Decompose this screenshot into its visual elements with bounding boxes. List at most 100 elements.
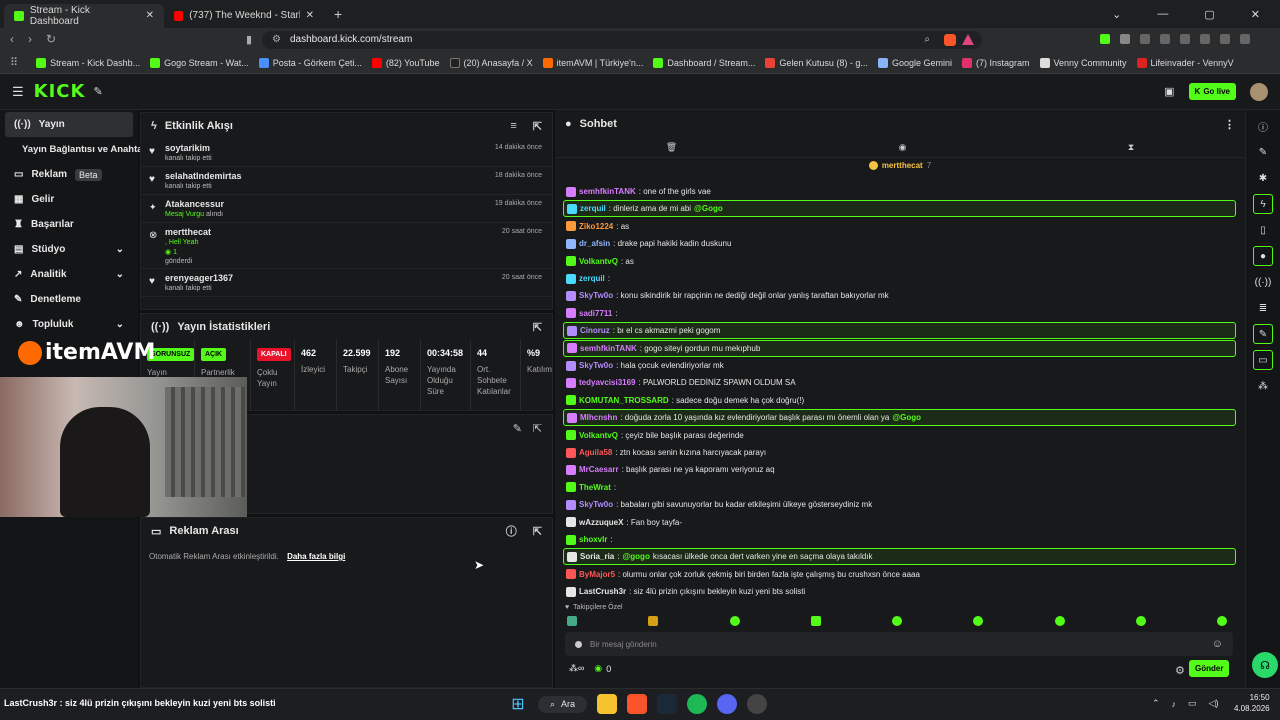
info-icon[interactable]: ⓘ: [506, 523, 517, 539]
bookmark-icon[interactable]: ▮: [246, 33, 252, 46]
forward-icon[interactable]: ›: [28, 32, 32, 46]
chat-username[interactable]: Mlhcnshn: [580, 409, 617, 426]
reload-icon[interactable]: ↻: [46, 32, 56, 46]
avatar[interactable]: [1250, 82, 1268, 101]
stack-icon[interactable]: ≣: [1253, 298, 1273, 318]
bookmark-item[interactable]: (20) Anasayfa / X: [449, 57, 533, 68]
popout-icon[interactable]: ⇱: [533, 525, 542, 538]
bookmark-item[interactable]: Venny Community: [1039, 57, 1127, 68]
chat-username[interactable]: MrCaesarr: [579, 461, 619, 478]
minimize-icon[interactable]: —: [1157, 8, 1168, 20]
maximize-icon[interactable]: ▢: [1204, 8, 1214, 21]
chat-username[interactable]: zerquil: [579, 270, 605, 287]
file-explorer-icon[interactable]: [597, 694, 618, 714]
chat-username[interactable]: SkyTw0o: [579, 287, 613, 304]
emote-icon[interactable]: [1054, 616, 1065, 626]
brave-browser-icon[interactable]: [627, 694, 648, 714]
pin-icon[interactable]: ✎: [93, 85, 102, 98]
bookmark-item[interactable]: (7) Instagram: [961, 57, 1030, 68]
more-options-icon[interactable]: ⋮: [1224, 118, 1235, 131]
sidebar-item-denetleme[interactable]: ✎ Denetleme: [0, 287, 138, 312]
bookmark-item[interactable]: itemAVM | Türkiye'n...: [542, 57, 643, 68]
info-icon[interactable]: ⓘ: [1253, 116, 1273, 136]
chat-username[interactable]: tedyavcisi3169: [579, 374, 636, 391]
bookmark-item[interactable]: Google Gemini: [877, 57, 952, 68]
chat-mode-icon[interactable]: ◉: [899, 142, 907, 153]
monitor-icon[interactable]: ▭: [1253, 350, 1273, 370]
chat-username[interactable]: semhfkinTANK: [580, 340, 637, 357]
chat-username[interactable]: wAzzuqueX: [579, 514, 623, 531]
kick-logo[interactable]: KICK: [34, 81, 86, 102]
tab-search-icon[interactable]: ⌄: [1112, 8, 1121, 21]
sidebar-item-analitik[interactable]: ↗ Analitik ⌄: [0, 262, 138, 287]
taskbar-search[interactable]: ⌕ Ara: [538, 695, 588, 713]
menu-icon[interactable]: [1240, 34, 1250, 44]
extension-kick-icon[interactable]: [1100, 34, 1110, 44]
support-headset-icon[interactable]: ☊: [1252, 652, 1278, 678]
network-icon[interactable]: ⁂: [1253, 376, 1273, 396]
sidebar-item-topluluk[interactable]: ☻ Topluluk ⌄: [0, 312, 138, 337]
chat-username[interactable]: shoxvlr: [579, 531, 607, 548]
bookmark-item[interactable]: (82) YouTube: [371, 57, 440, 68]
site-info-icon[interactable]: ⚙: [272, 31, 281, 49]
sidebar-item-gelir[interactable]: ▦ Gelir: [0, 187, 138, 212]
popout-icon[interactable]: ⇱: [533, 422, 542, 435]
spotify-icon[interactable]: [687, 694, 708, 714]
new-tab-icon[interactable]: +: [334, 6, 342, 22]
chat-username[interactable]: Cinoruz: [580, 322, 610, 339]
tab-kick-dashboard[interactable]: Stream - Kick Dashboard ✕: [4, 3, 164, 28]
document-icon[interactable]: ▯: [1253, 220, 1273, 240]
emote-icon[interactable]: [810, 616, 821, 626]
edit-icon[interactable]: ✎: [513, 422, 522, 435]
brave-rewards-icon[interactable]: [962, 34, 974, 45]
chat-username[interactable]: KOMUTAN_TROSSARD: [579, 392, 669, 409]
hamburger-menu-icon[interactable]: ☰: [12, 84, 24, 100]
emote-icon[interactable]: [1217, 616, 1227, 626]
windows-start-icon[interactable]: ⊞: [508, 694, 528, 714]
sidebar-item-stream-key[interactable]: Yayın Bağlantısı ve Anahtarı: [0, 137, 149, 162]
trash-icon[interactable]: 🗑: [666, 142, 677, 153]
sidebar-icon[interactable]: [1160, 34, 1170, 44]
chat-username[interactable]: Aguila58: [579, 444, 612, 461]
popout-icon[interactable]: ⇱: [533, 120, 542, 133]
emote-icon[interactable]: [892, 616, 902, 626]
emote-icon[interactable]: [729, 616, 740, 626]
extension-icon[interactable]: [1120, 34, 1130, 44]
tray-chevron-icon[interactable]: ⌃: [1152, 698, 1160, 709]
chat-username[interactable]: TheWrat: [579, 479, 611, 496]
chat-username[interactable]: Soria_ria: [580, 548, 614, 565]
sidebar-item-studyo[interactable]: ▤ Stüdyo ⌄: [0, 237, 138, 262]
chat-username[interactable]: LastCrush3r: [579, 583, 626, 600]
brave-shield-icon[interactable]: [944, 34, 956, 46]
bookmark-item[interactable]: Posta - Görkem Çeti...: [258, 57, 362, 68]
bookmark-item[interactable]: Stream - Kick Dashb...: [36, 57, 140, 68]
extensions-puzzle-icon[interactable]: [1140, 34, 1150, 44]
chat-input[interactable]: Bir mesaj gönderin ☺: [565, 632, 1233, 656]
emote-icon[interactable]: [1135, 616, 1146, 626]
gifter-icon[interactable]: ⁂∞: [569, 663, 584, 674]
chat-username[interactable]: zerquil: [580, 200, 606, 217]
discord-icon[interactable]: [717, 694, 738, 714]
chat-username[interactable]: SkyTw0o: [579, 357, 613, 374]
emote-icon[interactable]: [973, 616, 984, 626]
chat-username[interactable]: VolkantvQ: [579, 427, 618, 444]
filter-icon[interactable]: ≡: [510, 120, 516, 132]
chat-username[interactable]: semhfkinTANK: [579, 183, 636, 200]
clock[interactable]: 16:50 4.08.2026: [1234, 693, 1270, 713]
bookmark-item[interactable]: Dashboard / Stream...: [653, 57, 755, 68]
tab-youtube[interactable]: (737) The Weeknd - Starboy ft. Daft ✕: [164, 4, 324, 28]
chat-username[interactable]: SkyTw0o: [579, 496, 613, 513]
slow-mode-icon[interactable]: ⧗: [1128, 142, 1134, 153]
chat-mention[interactable]: @Gogo: [892, 409, 921, 426]
mod-view-icon[interactable]: ▣: [1164, 85, 1174, 98]
close-window-icon[interactable]: ✕: [1251, 8, 1260, 21]
microphone-icon[interactable]: ♪: [1172, 699, 1177, 709]
chat-username[interactable]: Ziko1224: [579, 218, 613, 235]
wallet-icon[interactable]: [1180, 34, 1190, 44]
chat-username[interactable]: sadi7711: [579, 305, 612, 322]
emote-icon[interactable]: [648, 616, 659, 626]
back-icon[interactable]: ‹: [10, 32, 14, 46]
emote-icon[interactable]: [567, 616, 577, 626]
obs-icon[interactable]: [747, 694, 768, 714]
network-icon[interactable]: ▭: [1188, 698, 1197, 709]
